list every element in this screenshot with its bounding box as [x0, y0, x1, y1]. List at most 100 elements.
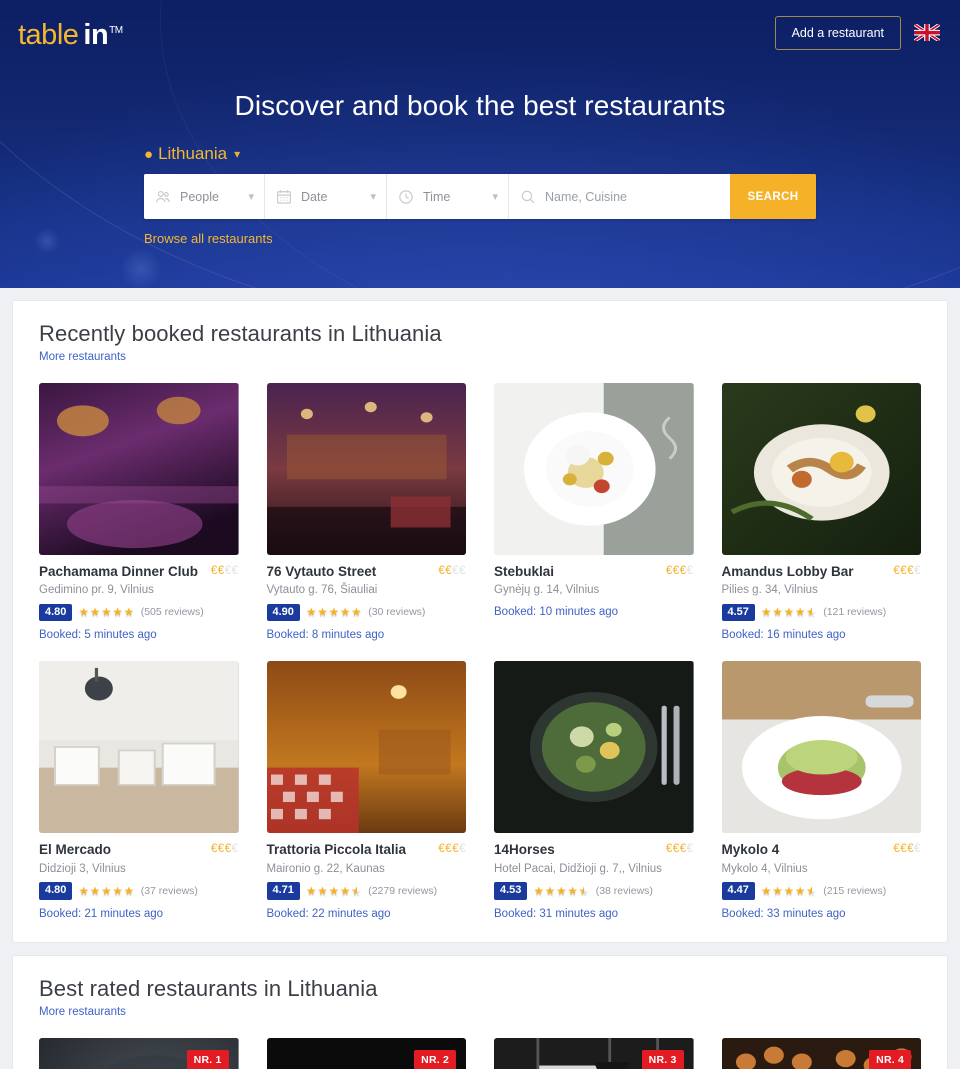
chevron-down-icon: ▾ [248, 191, 254, 203]
rating-row: 4.90 ★★★★★ ★★★★★ (30 reviews) [266, 603, 467, 622]
rating-score-badge: 4.80 [39, 603, 73, 622]
restaurant-photo[interactable]: Telegrafas NR. 1 [39, 1037, 239, 1069]
search-input[interactable] [545, 189, 720, 204]
restaurant-photo[interactable] [721, 661, 921, 834]
restaurant-card[interactable]: Mykolo 4 €€€€ Mykolo 4, Vilnius 4.47 ★★★… [721, 661, 921, 920]
card-header: 76 Vytauto Street €€€€ [267, 564, 467, 580]
chevron-down-icon: ▾ [370, 191, 376, 203]
section-title: Best rated restaurants in Lithuania [39, 975, 378, 1001]
more-restaurants-link[interactable]: More restaurants [39, 1006, 126, 1018]
restaurant-photo[interactable] [39, 383, 239, 555]
restaurant-address: Maironio g. 22, Kaunas [266, 862, 385, 875]
booked-time: Booked: 8 minutes ago [266, 629, 385, 642]
restaurant-name: 14Horses [494, 842, 555, 858]
restaurant-photo[interactable] [39, 661, 239, 834]
restaurant-card[interactable]: NR. 2 [266, 1037, 466, 1069]
location-selector[interactable]: ● Lithuania ▾ [144, 144, 240, 164]
add-restaurant-button[interactable]: Add a restaurant [774, 16, 901, 50]
restaurant-photo[interactable] [266, 383, 466, 555]
price-level: €€€€ [665, 565, 694, 577]
star-rating: ★★★★★ ★★★★★ [760, 884, 818, 900]
rank-badge: NR. 3 [641, 1049, 684, 1069]
hero-title: Discover and book the best restaurants [234, 90, 726, 121]
restaurant-address: Didzioji 3, Vilnius [39, 862, 126, 875]
query-field-wrapper[interactable] [509, 174, 730, 219]
location-pin-icon: ● [144, 145, 154, 163]
logo-text-secondary: in [83, 18, 109, 51]
more-restaurants-link[interactable]: More restaurants [39, 351, 126, 363]
logo-trademark: TM [109, 24, 123, 36]
review-count: (30 reviews) [368, 606, 426, 619]
restaurant-card[interactable]: Trattoria Piccola Italia €€€€ Maironio g… [266, 661, 467, 920]
decorative-dot [34, 228, 60, 254]
browse-all-restaurants-link[interactable]: Browse all restaurants [144, 231, 273, 246]
restaurant-card-grid: Pachamama Dinner Club €€€€ Gedimino pr. … [39, 383, 921, 920]
booked-time: Booked: 31 minutes ago [494, 907, 619, 920]
price-level: €€€€ [210, 843, 239, 856]
price-level: €€€€ [210, 565, 239, 577]
card-header: Trattoria Piccola Italia €€€€ [267, 842, 467, 858]
hero-banner: table inTM Add a restaurant Discover and … [0, 0, 960, 288]
rating-row: 4.53 ★★★★★ ★★★★★ (38 reviews) [494, 881, 694, 900]
restaurant-photo[interactable]: NR. 3 [494, 1037, 694, 1069]
restaurant-card[interactable]: NR. 3 [494, 1037, 694, 1069]
search-button[interactable]: SEARCH [730, 174, 816, 219]
restaurant-name: Pachamama Dinner Club [39, 564, 199, 579]
restaurant-card[interactable]: Telegrafas NR. 1 [39, 1037, 239, 1069]
date-selector[interactable]: Date ▾ [265, 174, 387, 219]
card-header: Amandus Lobby Bar €€€€ [722, 564, 922, 580]
review-count: (121 reviews) [823, 606, 887, 619]
rank-badge: NR. 2 [414, 1049, 456, 1069]
restaurant-name: Amandus Lobby Bar [721, 564, 854, 579]
section-best-rated: Best rated restaurants in Lithuania More… [12, 954, 948, 1069]
restaurant-card[interactable]: 14Horses €€€€ Hotel Pacai, Didžioji g. 7… [494, 661, 694, 920]
star-rating: ★★★★★ ★★★★★ [305, 884, 363, 900]
people-label: People [180, 189, 219, 204]
search-bar: People ▾ Date ▾ Time ▾ Name, Cuisine SEA… [144, 174, 816, 219]
rating-row: 4.57 ★★★★★ ★★★★★ (121 reviews) [721, 603, 922, 622]
time-selector[interactable]: Time ▾ [387, 174, 509, 219]
price-level: €€€€ [665, 843, 694, 856]
people-selector[interactable]: People ▾ [144, 174, 265, 219]
rating-row: 4.71 ★★★★★ ★★★★★ (2279 reviews) [266, 881, 467, 900]
section-recently-booked: Recently booked restaurants in Lithuania… [12, 300, 948, 943]
review-count: (37 reviews) [140, 884, 198, 897]
chevron-down-icon: ▾ [234, 147, 241, 161]
calendar-icon [275, 188, 293, 206]
rating-score-badge: 4.57 [721, 603, 755, 622]
restaurant-photo[interactable] [494, 383, 694, 555]
star-rating: ★★★★★ ★★★★★ [78, 884, 135, 900]
restaurant-photo[interactable] [721, 383, 921, 555]
restaurant-address: Pilies g. 34, Vilnius [721, 584, 818, 597]
restaurant-card[interactable]: 76 Vytauto Street €€€€ Vytauto g. 76, Ši… [266, 383, 467, 642]
restaurant-photo[interactable]: NR. 4 [721, 1037, 921, 1069]
restaurant-address: Gynėjų g. 14, Vilnius [494, 584, 600, 597]
location-label: Lithuania [158, 144, 228, 163]
rating-score-badge: 4.71 [266, 881, 300, 900]
decorative-dot [120, 248, 162, 288]
restaurant-card[interactable]: NR. 4 [721, 1037, 921, 1069]
section-title: Recently booked restaurants in Lithuania [39, 321, 442, 346]
restaurant-card[interactable]: El Mercado €€€€ Didzioji 3, Vilnius 4.80… [39, 661, 239, 920]
restaurant-photo[interactable]: NR. 2 [266, 1037, 466, 1069]
restaurant-card[interactable]: Amandus Lobby Bar €€€€ Pilies g. 34, Vil… [721, 383, 922, 641]
restaurant-photo[interactable] [494, 661, 694, 834]
logo-text-primary: table [18, 18, 79, 51]
review-count: (215 reviews) [823, 884, 887, 897]
restaurant-card-grid: Telegrafas NR. 1 NR. 2 NR. 3 [39, 1037, 921, 1069]
restaurant-card[interactable]: Pachamama Dinner Club €€€€ Gedimino pr. … [39, 383, 239, 641]
booked-time: Booked: 10 minutes ago [494, 605, 619, 618]
restaurant-photo[interactable] [266, 661, 466, 834]
site-logo[interactable]: table inTM [18, 17, 123, 50]
booked-time: Booked: 5 minutes ago [39, 629, 157, 642]
restaurant-card[interactable]: Stebuklai €€€€ Gynėjų g. 14, Vilnius Boo… [494, 383, 694, 641]
review-count: (505 reviews) [140, 606, 204, 619]
restaurant-name: Stebuklai [494, 564, 555, 579]
card-header: El Mercado €€€€ [39, 842, 239, 858]
rating-score-badge: 4.90 [266, 603, 300, 622]
restaurant-address: Gedimino pr. 9, Vilnius [39, 584, 154, 597]
search-zone: ● Lithuania ▾ People ▾ Date ▾ Time ▾ Nam… [144, 144, 816, 248]
uk-flag-icon[interactable] [914, 24, 940, 42]
restaurant-address: Hotel Pacai, Didžioji g. 7,, Vilnius [494, 862, 662, 875]
star-rating: ★★★★★ ★★★★★ [78, 606, 135, 622]
